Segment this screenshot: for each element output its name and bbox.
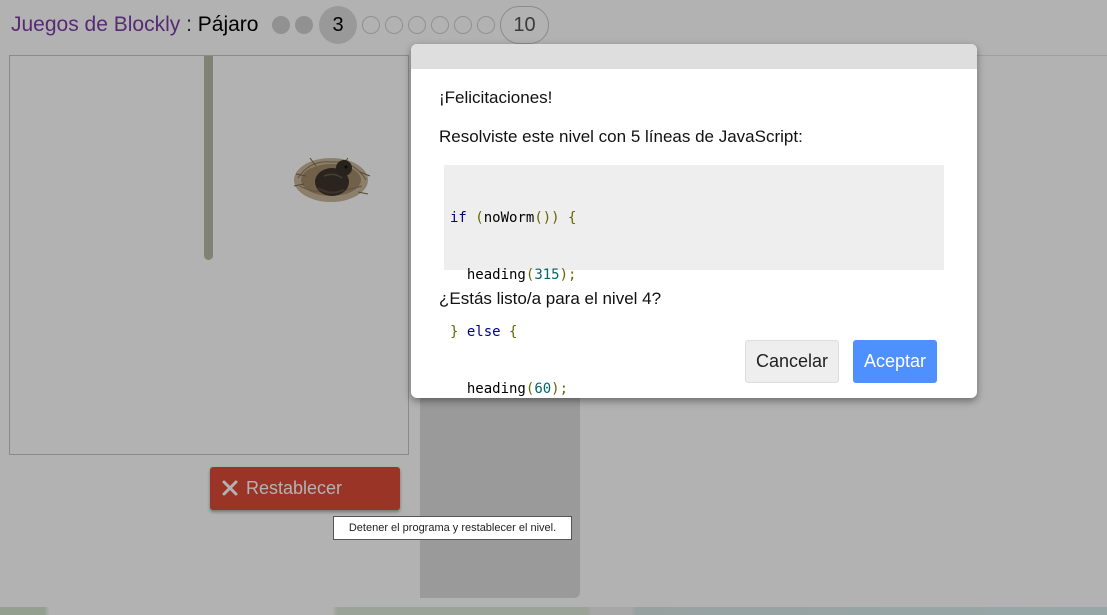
dialog-summary: Resolviste este nivel con 5 líneas de Ja…: [439, 127, 803, 146]
congratulations-dialog: ¡Felicitaciones! Resolviste este nivel c…: [411, 44, 977, 398]
accept-button[interactable]: Aceptar: [853, 340, 937, 383]
code-block: if (noWorm()) { heading(315); } else { h…: [444, 165, 944, 397]
dialog-question: ¿Estás listo/a para el nivel 4?: [439, 289, 662, 308]
tooltip: Detener el programa y restablecer el niv…: [333, 516, 572, 540]
dialog-heading: ¡Felicitaciones!: [439, 88, 553, 107]
code-line: if (noWorm()) {: [450, 210, 577, 226]
dialog-titlebar[interactable]: [411, 44, 977, 69]
cancel-button[interactable]: Cancelar: [745, 340, 839, 383]
code-line: heading(315);: [466, 267, 577, 283]
